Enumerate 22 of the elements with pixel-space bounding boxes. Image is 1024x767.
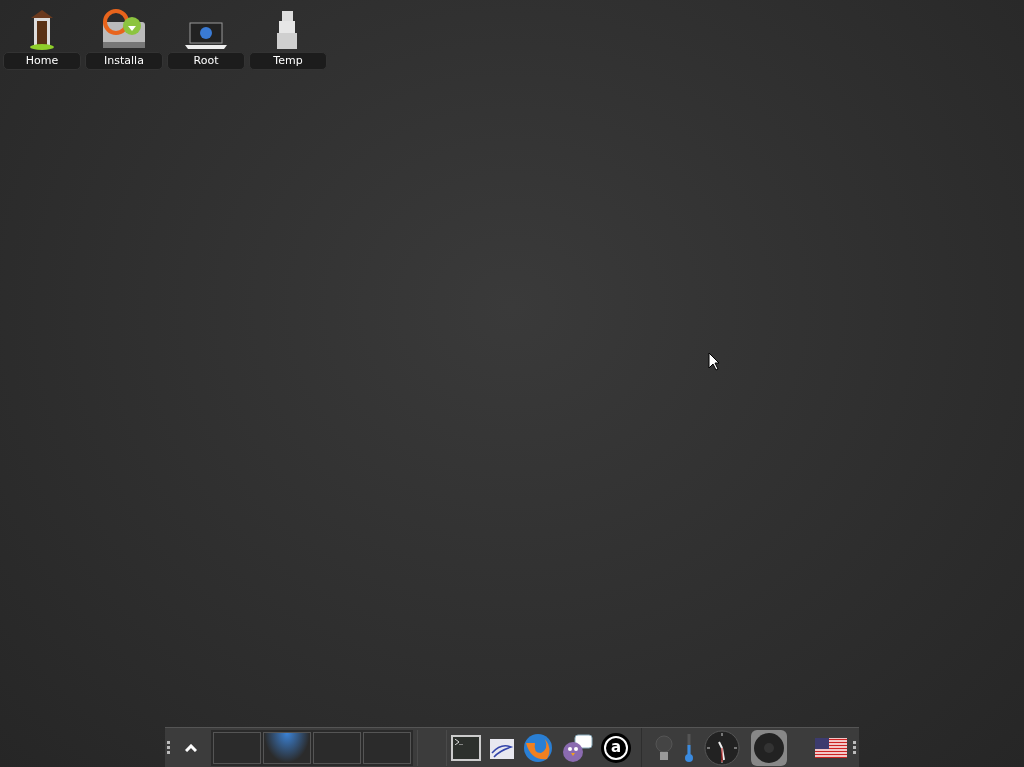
- desktop-icon-label[interactable]: Root: [167, 52, 245, 70]
- virtual-desktop[interactable]: [263, 731, 311, 764]
- globe-fox-icon[interactable]: [523, 732, 553, 763]
- lightbulb-icon[interactable]: [654, 733, 674, 762]
- door-icon: [29, 8, 55, 50]
- speaker-icon[interactable]: [750, 728, 788, 767]
- terminal-launcher[interactable]: [451, 734, 481, 761]
- hard-drive-icon: [100, 8, 148, 50]
- circle-letter-launcher[interactable]: a: [601, 732, 631, 763]
- laptop-icon: [184, 22, 228, 50]
- mouse-pointer-icon: [708, 352, 720, 371]
- shelf-handle[interactable]: [167, 741, 171, 754]
- prompt-icon: [455, 738, 463, 745]
- up-chevron-icon: [185, 743, 197, 752]
- bird-speech-icon[interactable]: [561, 732, 593, 763]
- desktop-icon-label[interactable]: Installa: [85, 52, 163, 70]
- clock-icon[interactable]: [704, 729, 740, 766]
- shelf-handle[interactable]: [853, 741, 857, 754]
- thermometer-icon[interactable]: [684, 732, 694, 763]
- desktop-icon-label[interactable]: Temp: [249, 52, 327, 70]
- desktop-icon-label[interactable]: Home: [3, 52, 81, 70]
- us-flag-icon[interactable]: [815, 737, 847, 758]
